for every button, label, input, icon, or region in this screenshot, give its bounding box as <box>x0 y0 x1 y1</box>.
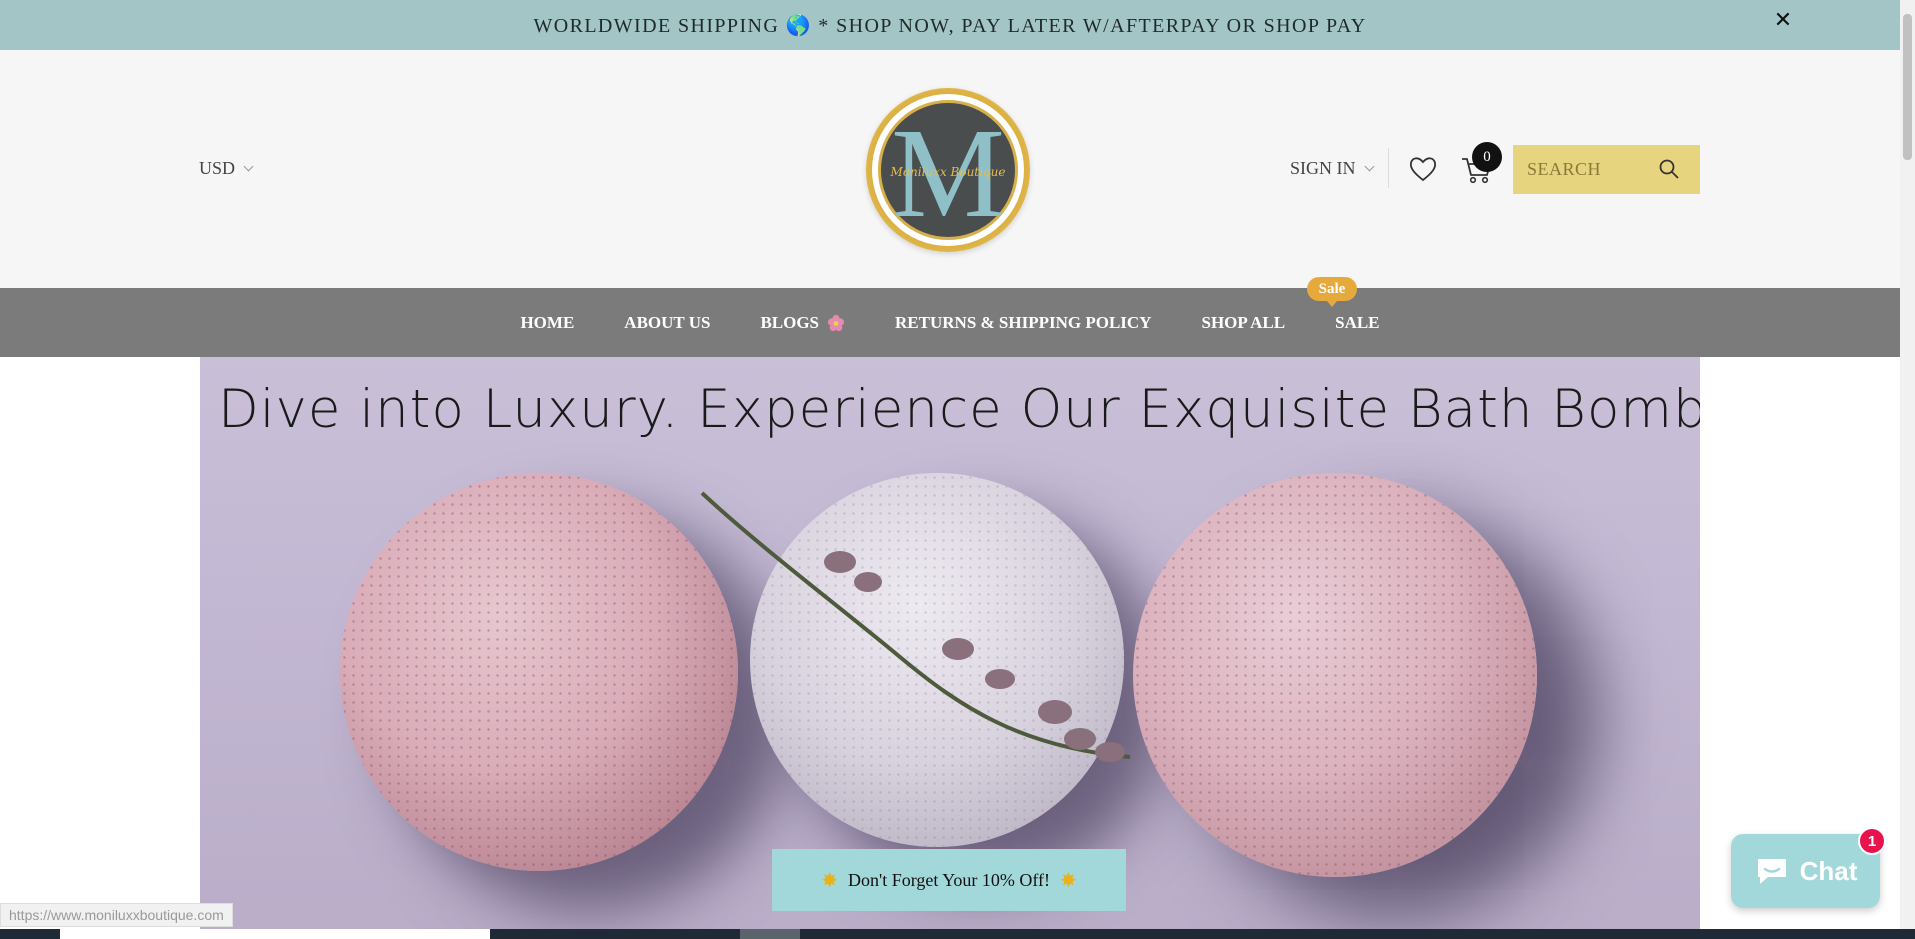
logo-badge: M Moniluxx Boutique <box>878 100 1018 240</box>
nav-items: HOME ABOUT US BLOGS RETURNS & SHIPPING P… <box>0 288 1900 357</box>
scrollbar-thumb[interactable] <box>1903 14 1912 160</box>
nav-item-blogs-label: BLOGS <box>760 312 820 332</box>
nav-item-sale[interactable]: SALE <box>1310 313 1404 333</box>
taskbar-segment <box>740 929 800 939</box>
logo-script: Moniluxx Boutique <box>890 165 1006 179</box>
taskbar-segment <box>60 929 490 939</box>
site-header: USD M Moniluxx Boutique SIGN IN 0 SEARCH <box>0 50 1900 288</box>
page: { "announcement": { "text": "WORLDWIDE S… <box>0 0 1915 939</box>
divider <box>1388 148 1389 188</box>
logo[interactable]: M Moniluxx Boutique <box>866 88 1030 252</box>
chat-bubble-icon <box>1757 859 1786 884</box>
chevron-down-icon <box>243 161 254 172</box>
sparkle-star-icon: ✸ <box>821 868 838 892</box>
search-input[interactable]: SEARCH <box>1513 145 1700 194</box>
cart-count-badge: 0 <box>1472 142 1502 172</box>
wishlist-heart-icon[interactable] <box>1408 154 1438 184</box>
chat-notification-badge: 1 <box>1858 827 1886 855</box>
discount-promo-button[interactable]: ✸ Don't Forget Your 10% Off! ✸ <box>772 849 1126 911</box>
chevron-down-icon <box>1364 161 1374 172</box>
announcement-text: WORLDWIDE SHIPPING 🌎 * SHOP NOW, PAY LAT… <box>533 14 1367 37</box>
chat-label: Chat <box>1799 855 1858 886</box>
flower-icon <box>827 314 845 331</box>
main-nav: HOME ABOUT US BLOGS RETURNS & SHIPPING P… <box>0 288 1900 357</box>
logo-ring: M Moniluxx Boutique <box>872 94 1024 246</box>
sale-badge: Sale <box>1307 277 1357 307</box>
nav-item-returns-shipping[interactable]: RETURNS & SHIPPING POLICY <box>870 313 1176 333</box>
nav-item-blogs[interactable]: BLOGS <box>735 313 870 333</box>
taskbar <box>0 929 1915 939</box>
announcement-bar: WORLDWIDE SHIPPING 🌎 * SHOP NOW, PAY LAT… <box>0 0 1900 50</box>
search-icon[interactable] <box>1658 158 1680 180</box>
promo-label: Don't Forget Your 10% Off! <box>847 869 1051 890</box>
status-url: https://www.moniluxxboutique.com <box>0 903 233 927</box>
nav-item-about-us[interactable]: ABOUT US <box>599 313 735 333</box>
nav-item-shop-all[interactable]: SHOP ALL <box>1176 313 1310 333</box>
hero-banner[interactable]: Dive into Luxury. Experience Our Exquisi… <box>200 357 1700 939</box>
nav-item-home[interactable]: HOME <box>495 313 599 333</box>
close-icon[interactable]: ✕ <box>1770 8 1796 34</box>
search-placeholder: SEARCH <box>1527 159 1602 179</box>
currency-selector[interactable]: USD <box>199 158 254 179</box>
currency-label: USD <box>199 158 236 178</box>
sparkle-star-icon: ✸ <box>1060 868 1077 892</box>
sign-in-menu[interactable]: SIGN IN <box>1290 158 1374 179</box>
sign-in-label: SIGN IN <box>1290 158 1356 178</box>
vertical-scrollbar[interactable] <box>1900 0 1915 939</box>
